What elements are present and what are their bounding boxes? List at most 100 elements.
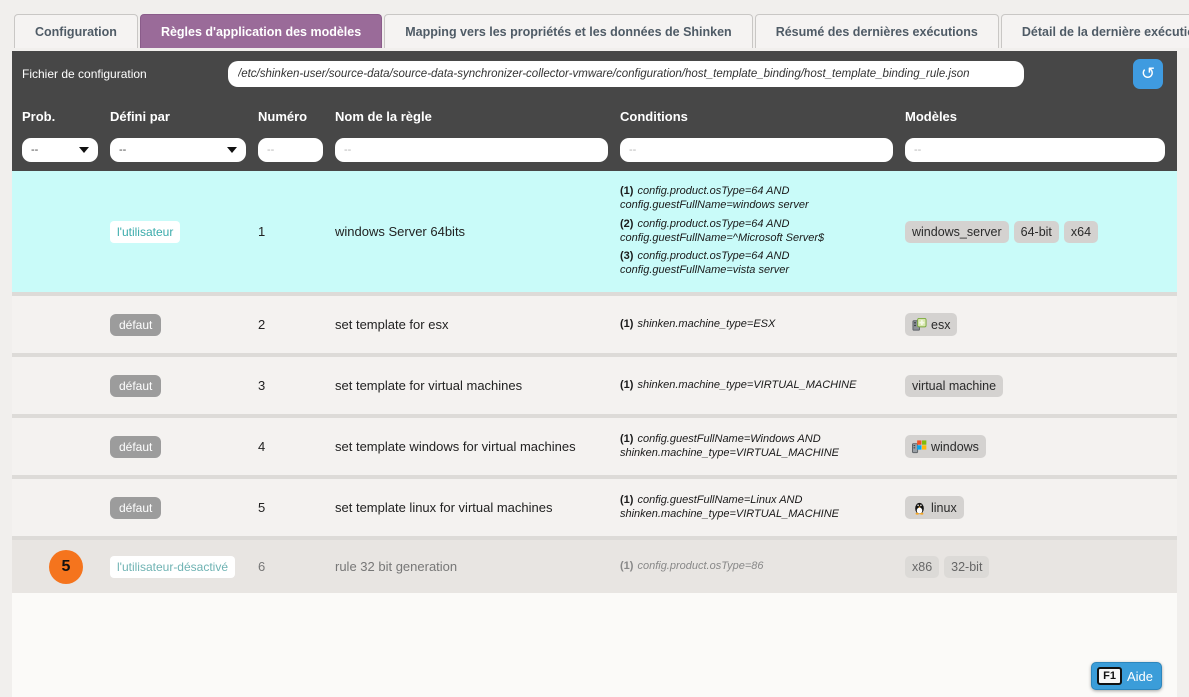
model-tag-label: x64 [1071, 225, 1091, 239]
condition-item: (1)config.guestFullName=Windows AND shin… [620, 433, 887, 461]
condition-index: (3) [620, 250, 633, 262]
nom-filter-input[interactable] [335, 138, 608, 162]
content-panel: Fichier de configuration ↺ Prob. Défini … [12, 51, 1177, 697]
model-tag-label: linux [931, 501, 957, 515]
column-header-prob: Prob. [22, 109, 110, 124]
config-file-row: Fichier de configuration ↺ [12, 51, 1177, 97]
model-tag: virtual machine [905, 375, 1003, 397]
prob-filter-select[interactable]: -- [22, 138, 98, 162]
numero-filter-input[interactable] [258, 138, 323, 162]
condition-item: (1) shinken.machine_type=ESX [620, 318, 887, 332]
help-button[interactable]: F1 Aide [1091, 662, 1162, 690]
tab-4[interactable]: Résumé des dernières exécutions [755, 14, 999, 48]
condition-expression: config.product.osType=64 AND config.gues… [620, 218, 824, 244]
conditions-cell: (1) shinken.machine_type=ESX [620, 308, 905, 342]
model-tag-label: 32-bit [951, 560, 982, 574]
model-tag: x86 [905, 556, 939, 578]
table-row[interactable]: défaut3set template for virtual machines… [12, 353, 1177, 414]
table-row[interactable]: 5l'utilisateur-désactivé6rule 32 bit gen… [12, 536, 1177, 593]
config-file-input[interactable] [228, 61, 1024, 87]
model-tag: esx [905, 313, 957, 336]
conditions-cell: (1) shinken.machine_type=VIRTUAL_MACHINE [620, 369, 905, 403]
condition-index: (1) [620, 433, 633, 445]
model-tag-label: x86 [912, 560, 932, 574]
condition-index: (1) [620, 560, 633, 572]
conditions-cell: (1)config.guestFullName=Windows AND shin… [620, 423, 905, 471]
column-header-modeles: Modèles [905, 109, 1177, 124]
condition-expression: shinken.machine_type=VIRTUAL_MACHINE [637, 379, 856, 391]
rule-number: 6 [258, 559, 335, 574]
model-tag-label: windows_server [912, 225, 1002, 239]
filter-row: -- -- [12, 135, 1177, 165]
condition-index: (1) [620, 185, 633, 197]
models-cell: windows_server 64-bit x64 [905, 221, 1177, 243]
column-header-nom: Nom de la règle [335, 109, 620, 124]
condition-expression: config.guestFullName=Windows AND shinken… [620, 433, 839, 459]
model-tag-label: 64-bit [1021, 225, 1052, 239]
help-label: Aide [1127, 669, 1153, 684]
conditions-filter-input[interactable] [620, 138, 893, 162]
linux-penguin-icon [912, 500, 927, 515]
model-tag-label: windows [931, 440, 979, 454]
defined-by-badge: défaut [110, 314, 161, 336]
rule-name: set template for virtual machines [335, 378, 620, 393]
chevron-down-icon [79, 147, 89, 153]
tab-bar: ConfigurationRègles d'application des mo… [0, 0, 1189, 48]
condition-item: (1) config.product.osType=86 [620, 560, 887, 574]
condition-item: (1)config.guestFullName=Linux AND shinke… [620, 494, 887, 522]
table-row[interactable]: défaut5set template linux for virtual ma… [12, 475, 1177, 536]
defined-by-cell: défaut [110, 314, 258, 336]
defini-par-filter-select[interactable]: -- [110, 138, 246, 162]
defined-by-cell: défaut [110, 375, 258, 397]
modeles-filter-input[interactable] [905, 138, 1165, 162]
f1-key-icon: F1 [1097, 667, 1122, 685]
model-tag: 64-bit [1014, 221, 1059, 243]
table-row[interactable]: défaut4set template windows for virtual … [12, 414, 1177, 475]
table-header-band: Fichier de configuration ↺ Prob. Défini … [12, 51, 1177, 171]
defined-by-badge: l'utilisateur-désactivé [110, 556, 235, 578]
model-tag: linux [905, 496, 964, 519]
table-row[interactable]: l'utilisateur1windows Server 64bits(1)co… [12, 171, 1177, 292]
condition-expression: config.product.osType=64 AND config.gues… [620, 185, 809, 211]
table-row[interactable]: défaut2set template for esx(1)shinken.ma… [12, 292, 1177, 353]
rule-name: windows Server 64bits [335, 224, 620, 239]
conditions-cell: (1)config.product.osType=64 AND config.g… [620, 175, 905, 288]
conditions-cell: (1)config.guestFullName=Linux AND shinke… [620, 484, 905, 532]
rule-name: set template windows for virtual machine… [335, 439, 620, 454]
rules-table-body: l'utilisateur1windows Server 64bits(1)co… [12, 171, 1177, 593]
defined-by-cell: l'utilisateur-désactivé [110, 556, 258, 578]
tab-2[interactable]: Règles d'application des modèles [140, 14, 382, 48]
models-cell: windows [905, 435, 1177, 458]
models-cell: esx [905, 313, 1177, 336]
condition-item: (2)config.product.osType=64 AND config.g… [620, 218, 887, 246]
tab-5[interactable]: Détail de la dernière exécution [5] [1001, 14, 1189, 48]
model-tag: windows [905, 435, 986, 458]
tab-3[interactable]: Mapping vers les propriétés et les donné… [384, 14, 752, 48]
model-tag-label: esx [931, 318, 950, 332]
rule-number: 3 [258, 378, 335, 393]
rule-number: 1 [258, 224, 335, 239]
model-tag: x64 [1064, 221, 1098, 243]
reload-button[interactable]: ↺ [1133, 59, 1163, 89]
condition-index: (1) [620, 318, 633, 330]
condition-item: (1)config.product.osType=64 AND config.g… [620, 185, 887, 213]
column-header-numero: Numéro [258, 109, 335, 124]
condition-expression: config.product.osType=86 [637, 560, 763, 572]
model-tag-label: virtual machine [912, 379, 996, 393]
condition-expression: shinken.machine_type=ESX [637, 318, 775, 330]
tab-1[interactable]: Configuration [14, 14, 138, 48]
config-file-label: Fichier de configuration [22, 67, 228, 81]
defined-by-badge: l'utilisateur [110, 221, 180, 243]
column-header-conditions: Conditions [620, 109, 905, 124]
prob-filter-value: -- [31, 144, 38, 156]
column-header-row: Prob. Défini par Numéro Nom de la règle … [12, 97, 1177, 135]
model-tag: windows_server [905, 221, 1009, 243]
model-tag: 32-bit [944, 556, 989, 578]
conditions-cell: (1) config.product.osType=86 [620, 550, 905, 584]
condition-item: (3)config.product.osType=64 AND config.g… [620, 250, 887, 278]
rule-name: set template for esx [335, 317, 620, 332]
condition-index: (1) [620, 379, 633, 391]
condition-index: (1) [620, 494, 633, 506]
condition-expression: config.guestFullName=Linux AND shinken.m… [620, 494, 839, 520]
column-header-defini-par: Défini par [110, 109, 258, 124]
